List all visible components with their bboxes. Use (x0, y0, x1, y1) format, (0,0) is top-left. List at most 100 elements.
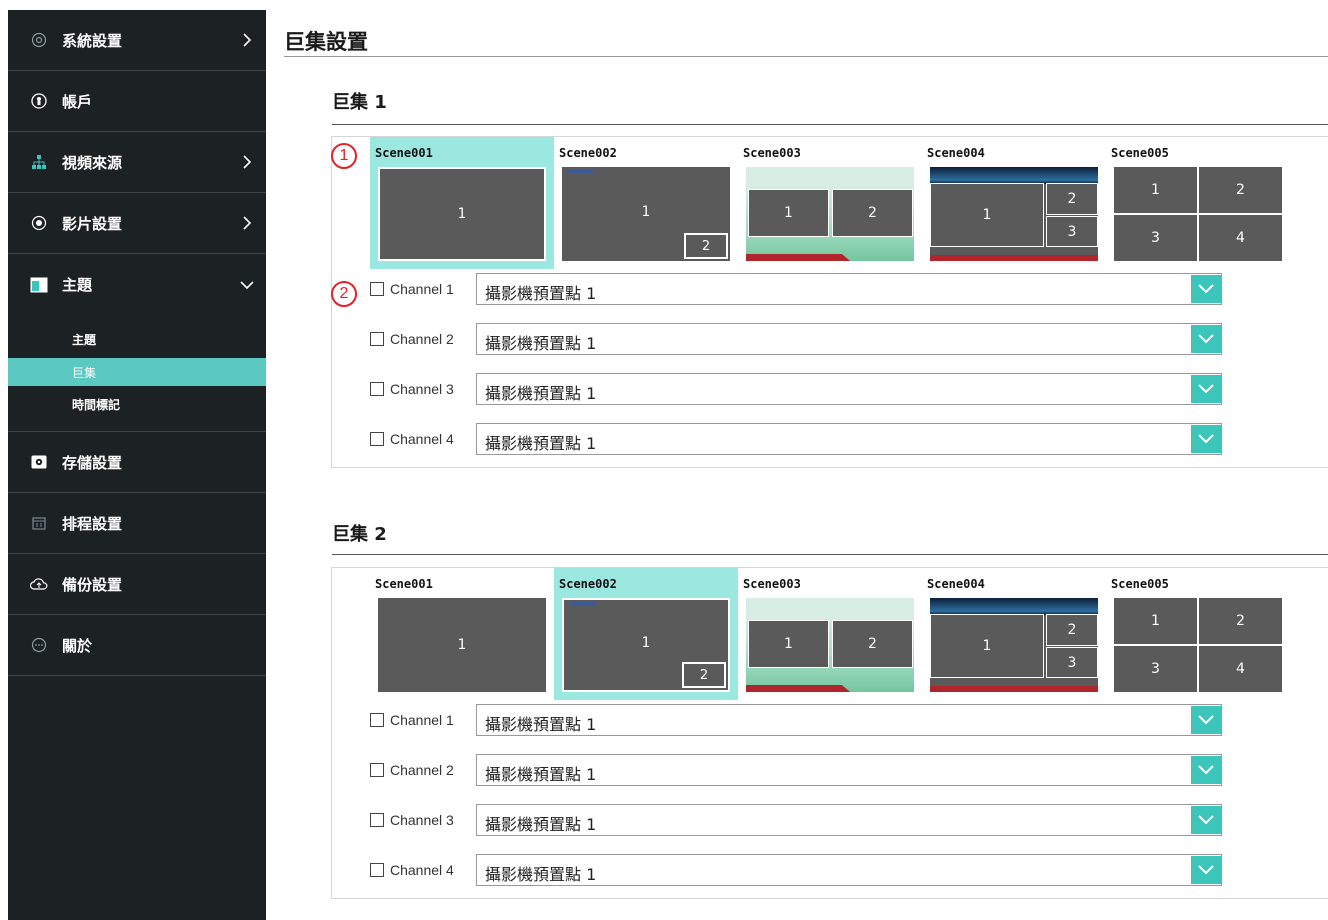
logo-tag (568, 169, 594, 173)
channel-checkbox[interactable] (370, 813, 384, 827)
scene-option[interactable]: Scene005 1 2 3 4 (1106, 568, 1290, 700)
preset-value: 攝影機預置點 1 (485, 715, 597, 734)
channel-checkbox[interactable] (370, 763, 384, 777)
scene-option[interactable]: Scene002 1 2 (554, 568, 738, 700)
scene-label: Scene001 (375, 146, 433, 160)
thumb-pip: 2 (682, 662, 726, 688)
preset-select[interactable]: 攝影機預置點 1 (476, 704, 1222, 736)
thumb-cell: 2 (832, 189, 913, 237)
preset-select[interactable]: 攝影機預置點 1 (476, 754, 1222, 786)
nav-label: 影片設置 (62, 214, 123, 233)
preset-value: 攝影機預置點 1 (485, 865, 597, 884)
chevron-down-icon[interactable] (1191, 325, 1221, 353)
gear-circle-icon (30, 31, 48, 49)
lower-third (746, 685, 851, 692)
chevron-down-icon[interactable] (1191, 806, 1221, 834)
scene-option[interactable]: Scene003 1 2 (738, 568, 922, 700)
chevron-down-icon[interactable] (1191, 856, 1221, 884)
nav-theme[interactable]: 主題 (8, 254, 266, 315)
thumb-cell: 3 (1114, 215, 1197, 261)
scene-thumbnail: 1 2 3 (930, 167, 1098, 261)
macro-2-panel: Scene001 1 Scene002 1 2 Scene003 1 2 Sce… (331, 567, 1328, 899)
nav-label: 排程設置 (62, 514, 123, 533)
channel-label: Channel 2 (390, 762, 454, 778)
scene-thumbnail: 1 (378, 598, 546, 692)
sidebar: 系統設置 帳戶 視頻來源 影片設置 主題 主題 巨集 時間標記 存儲設置 排程設… (8, 10, 266, 920)
thumb-cell: 4 (1199, 215, 1282, 261)
thumb-cell: 1 (930, 183, 1044, 247)
scene-label: Scene003 (743, 146, 801, 160)
thumb-cell: 1 (380, 169, 544, 259)
scene-option[interactable]: Scene004 1 2 3 (922, 137, 1106, 269)
layout-icon (30, 276, 48, 294)
channel-label: Channel 3 (390, 812, 454, 828)
scene-option[interactable]: Scene005 1 2 3 4 (1106, 137, 1290, 269)
channel-label: Channel 4 (390, 431, 454, 447)
thumb-cell: 2 (1199, 598, 1282, 644)
scene-option[interactable]: Scene003 1 2 (738, 137, 922, 269)
chevron-down-icon[interactable] (1191, 706, 1221, 734)
channel-checkbox[interactable] (370, 382, 384, 396)
preset-select[interactable]: 攝影機預置點 1 (476, 423, 1222, 455)
thumb-cell: 1 (930, 614, 1044, 678)
callout-marker: 1 (331, 143, 357, 169)
main-content: 巨集設置 巨集 1 Scene001 1 Scene002 1 2 Scene0… (284, 0, 1328, 920)
nav-label: 存儲設置 (62, 453, 123, 472)
subnav-theme[interactable]: 主題 (8, 321, 266, 358)
chevron-down-icon (240, 280, 254, 289)
nav-video-source[interactable]: 視頻來源 (8, 132, 266, 193)
channel-row: Channel 1 攝影機預置點 1 (370, 273, 1222, 305)
channel-checkbox[interactable] (370, 432, 384, 446)
cloud-upload-icon (30, 575, 48, 593)
channel-row: Channel 2 攝影機預置點 1 (370, 754, 1222, 786)
nav-about[interactable]: 關於 (8, 615, 266, 676)
channel-label: Channel 1 (390, 712, 454, 728)
channel-checkbox[interactable] (370, 282, 384, 296)
preset-select[interactable]: 攝影機預置點 1 (476, 854, 1222, 886)
scene-label: Scene005 (1111, 146, 1169, 160)
scene-thumbnail: 1 2 3 4 (1114, 167, 1282, 261)
channel-row: Channel 1 攝影機預置點 1 (370, 704, 1222, 736)
scene-label: Scene001 (375, 577, 433, 591)
scene-option[interactable]: Scene001 1 (370, 568, 554, 700)
preset-value: 攝影機預置點 1 (485, 284, 597, 303)
scene-label: Scene005 (1111, 577, 1169, 591)
scene-option[interactable]: Scene002 1 2 (554, 137, 738, 269)
subnav-macro[interactable]: 巨集 (8, 358, 266, 386)
scene-option[interactable]: Scene004 1 2 3 (922, 568, 1106, 700)
chevron-down-icon[interactable] (1191, 275, 1221, 303)
scene-option[interactable]: Scene001 1 (370, 137, 554, 269)
preset-select[interactable]: 攝影機預置點 1 (476, 804, 1222, 836)
nav-system-settings[interactable]: 系統設置 (8, 10, 266, 71)
thumb-cell: 2 (1199, 167, 1282, 213)
nav-account[interactable]: 帳戶 (8, 71, 266, 132)
nav-storage-settings[interactable]: 存儲設置 (8, 432, 266, 493)
nav-label: 系統設置 (62, 31, 123, 50)
chevron-down-icon[interactable] (1191, 375, 1221, 403)
nav-backup-settings[interactable]: 備份設置 (8, 554, 266, 615)
channel-checkbox[interactable] (370, 863, 384, 877)
nav-label: 帳戶 (62, 92, 93, 111)
chevron-down-icon[interactable] (1191, 425, 1221, 453)
lower-third (746, 254, 851, 261)
thumb-cell: 1 (748, 189, 829, 237)
subnav-timestamp[interactable]: 時間標記 (8, 386, 266, 423)
nav-video-settings[interactable]: 影片設置 (8, 193, 266, 254)
network-icon (30, 153, 48, 171)
channel-checkbox[interactable] (370, 332, 384, 346)
lower-third (930, 255, 1098, 261)
channel-checkbox[interactable] (370, 713, 384, 727)
macro-2-title: 巨集 2 (332, 524, 387, 545)
nav-schedule-settings[interactable]: 排程設置 (8, 493, 266, 554)
thumb-cell: 3 (1046, 647, 1098, 678)
preset-select[interactable]: 攝影機預置點 1 (476, 373, 1222, 405)
preset-value: 攝影機預置點 1 (485, 815, 597, 834)
divider (284, 56, 1328, 57)
record-icon (30, 214, 48, 232)
preset-select[interactable]: 攝影機預置點 1 (476, 273, 1222, 305)
divider (332, 554, 1328, 555)
theme-submenu: 主題 巨集 時間標記 (8, 315, 266, 432)
chevron-down-icon[interactable] (1191, 756, 1221, 784)
thumb-cell: 1 (1114, 598, 1197, 644)
preset-select[interactable]: 攝影機預置點 1 (476, 323, 1222, 355)
